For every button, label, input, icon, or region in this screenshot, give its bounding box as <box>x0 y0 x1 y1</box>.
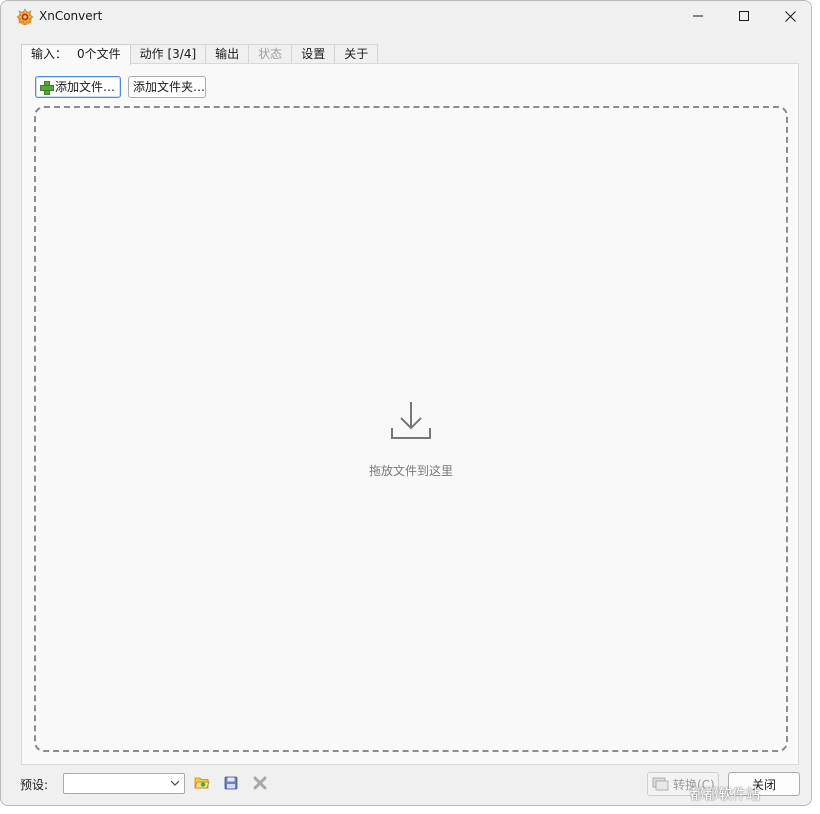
window-title: XnConvert <box>39 9 103 23</box>
tab-input[interactable]: 输入： 0个文件 <box>21 44 131 65</box>
convert-icon <box>652 777 669 791</box>
tab-input-file-count: 0个文件 <box>77 47 121 61</box>
tab-output[interactable]: 输出 <box>205 44 250 64</box>
input-panel: 添加文件… 添加文件夹… 拖放文件到这里 <box>21 63 799 765</box>
title-bar[interactable]: XnConvert <box>1 1 811 33</box>
download-icon <box>391 402 431 439</box>
tab-settings[interactable]: 设置 <box>291 44 336 64</box>
tab-input-label: 输入： <box>31 47 68 61</box>
save-preset-button[interactable] <box>222 774 240 792</box>
close-window-button[interactable] <box>767 1 811 31</box>
add-files-label: 添加文件… <box>55 80 116 94</box>
minimize-button[interactable] <box>675 1 721 31</box>
add-files-button[interactable]: 添加文件… <box>35 76 121 98</box>
watermark-text: 都都软件站 <box>690 787 760 803</box>
save-icon <box>224 776 238 790</box>
tab-bar: 输入： 0个文件 动作 [3/4] 输出 状态 设置 关于 <box>21 44 379 65</box>
maximize-button[interactable] <box>721 1 767 31</box>
drop-hint-text: 拖放文件到这里 <box>368 464 453 478</box>
maximize-icon <box>739 11 749 21</box>
delete-icon <box>253 776 267 790</box>
delete-preset-button <box>251 774 269 792</box>
folder-open-icon <box>194 777 210 789</box>
open-preset-button[interactable] <box>193 774 211 792</box>
preset-select[interactable] <box>63 773 185 794</box>
add-folder-label: 添加文件夹… <box>133 80 206 94</box>
tab-about[interactable]: 关于 <box>334 44 379 64</box>
minimize-icon <box>693 15 703 17</box>
close-icon <box>784 10 796 22</box>
preset-label: 预设: <box>20 778 49 792</box>
xnconvert-logo-icon <box>16 8 34 26</box>
file-drop-zone[interactable]: 拖放文件到这里 <box>34 106 788 752</box>
tab-actions[interactable]: 动作 [3/4] <box>129 44 207 64</box>
add-folder-button[interactable]: 添加文件夹… <box>128 76 206 98</box>
tab-status: 状态 <box>248 44 293 64</box>
chevron-down-icon <box>170 780 180 786</box>
app-window: XnConvert 输入： 0个文件 动作 [3/4] 输出 状态 设置 关于 添… <box>0 0 812 806</box>
plus-icon <box>40 81 54 95</box>
